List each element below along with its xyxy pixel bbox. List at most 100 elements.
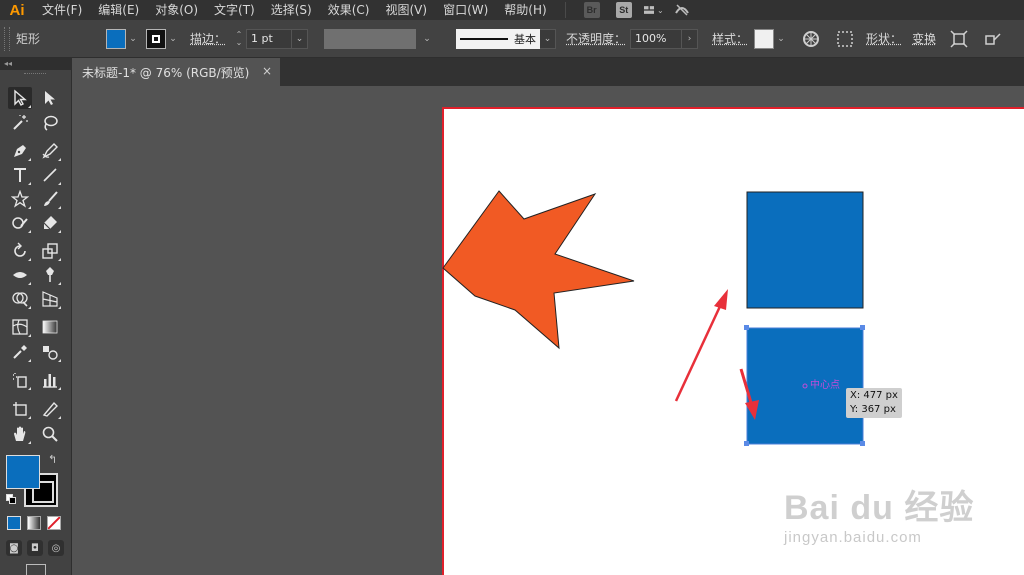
none-mode-button[interactable] — [47, 516, 61, 530]
color-mode-button[interactable] — [7, 516, 21, 530]
top-square[interactable] — [746, 191, 864, 309]
menu-type[interactable]: 文字(T) — [206, 0, 263, 20]
eyedropper-tool-icon[interactable] — [8, 341, 32, 363]
eraser-tool-icon[interactable] — [38, 212, 62, 234]
menu-select[interactable]: 选择(S) — [263, 0, 320, 20]
shape-label[interactable]: 形状： — [866, 30, 902, 47]
style-dropdown-icon[interactable]: ⌄ — [774, 34, 788, 44]
graphic-style-swatch[interactable] — [754, 28, 775, 49]
opacity-field[interactable]: 100% — [630, 28, 683, 49]
brush-dropdown[interactable]: ⌄ — [540, 28, 557, 49]
artboard-tool-icon[interactable] — [8, 398, 32, 420]
menu-window[interactable]: 窗口(W) — [435, 0, 496, 20]
style-label: 样式： — [712, 32, 749, 46]
puppet-warp-tool-icon[interactable] — [38, 264, 62, 286]
gradient-mode-button[interactable] — [27, 516, 41, 530]
fill-swatch[interactable] — [6, 455, 40, 489]
selection-handle-tr[interactable] — [860, 325, 865, 330]
tooltip-x-value: X: 477 px — [850, 390, 898, 401]
menu-object[interactable]: 对象(O) — [147, 0, 206, 20]
shaper-tool-icon[interactable] — [8, 212, 32, 234]
gradient-tool-icon[interactable] — [38, 316, 62, 338]
line-segment-tool-icon[interactable] — [38, 164, 62, 186]
draw-behind-icon[interactable]: ◘ — [27, 540, 43, 556]
default-fill-stroke-icon[interactable] — [6, 494, 16, 504]
transform-each-icon[interactable] — [948, 28, 970, 50]
swap-fill-stroke-icon[interactable]: ↰ — [48, 454, 60, 466]
menu-help[interactable]: 帮助(H) — [496, 0, 554, 20]
stroke-weight-dropdown[interactable]: ⌄ — [292, 28, 309, 49]
pen-tool-icon[interactable] — [8, 140, 32, 162]
magic-wand-tool-icon[interactable] — [8, 112, 32, 134]
document-tab-bar: 未标题-1* @ 76% (RGB/预览) × — [72, 58, 1024, 86]
menu-edit[interactable]: 编辑(E) — [90, 0, 147, 20]
stroke-weight-stepper[interactable]: ⌃ ⌄ — [232, 29, 246, 49]
stroke-color-swatch[interactable] — [146, 28, 166, 49]
close-tab-icon[interactable]: × — [262, 64, 272, 78]
annotation-arrow-up-head — [714, 289, 728, 310]
toolbar-grip[interactable] — [24, 73, 46, 76]
slice-tool-icon[interactable] — [38, 398, 62, 420]
draw-inside-icon[interactable]: ◎ — [48, 540, 64, 556]
baidu-watermark: Bai du 经验 jingyan.baidu.com — [784, 480, 974, 546]
bridge-button[interactable]: Br — [583, 2, 600, 18]
annotation-arrow-up — [674, 301, 724, 402]
coordinate-tooltip: X: 477 px Y: 367 px — [846, 388, 902, 418]
scale-tool-icon[interactable] — [38, 240, 62, 262]
brush-definition[interactable]: 基本 — [456, 28, 541, 49]
isolate-icon[interactable] — [982, 28, 1004, 50]
recolor-artwork-icon[interactable] — [800, 28, 822, 50]
symbol-sprayer-tool-icon[interactable] — [8, 369, 32, 391]
align-to-icon[interactable] — [834, 28, 856, 50]
menu-bar: Ai 文件(F) 编辑(E) 对象(O) 文字(T) 选择(S) 效果(C) 视… — [0, 0, 1024, 20]
blend-tool-icon[interactable] — [38, 341, 62, 363]
hand-tool-icon[interactable] — [8, 423, 32, 445]
zoom-tool-icon[interactable] — [38, 423, 62, 445]
stock-button[interactable]: St — [615, 2, 632, 18]
selection-handle-bl[interactable] — [744, 441, 749, 446]
menu-view[interactable]: 视图(V) — [377, 0, 435, 20]
transform-label[interactable]: 变换 — [912, 30, 936, 47]
mesh-tool-icon[interactable] — [8, 316, 32, 338]
watermark-brand: Bai du 经验 — [784, 489, 975, 527]
stroke-weight-field[interactable]: 1 pt — [246, 28, 293, 49]
opacity-dropdown[interactable]: › — [682, 28, 699, 49]
document-tab[interactable]: 未标题-1* @ 76% (RGB/预览) × — [72, 58, 280, 86]
current-tool-name: 矩形 — [16, 32, 41, 46]
workspace-layout-icon[interactable]: ⌄ — [643, 2, 664, 18]
selection-tool-icon[interactable] — [8, 87, 32, 109]
star-shape[interactable] — [442, 190, 635, 350]
stroke-dropdown-icon[interactable]: ⌄ — [166, 34, 180, 44]
width-tool-icon[interactable] — [8, 264, 32, 286]
selection-handle-tl[interactable] — [744, 325, 749, 330]
fill-dropdown-icon[interactable]: ⌄ — [126, 34, 140, 44]
profile-dropdown-icon[interactable]: ⌄ — [420, 34, 434, 44]
paintbrush-tool-icon[interactable] — [38, 188, 62, 210]
sync-icon[interactable] — [672, 2, 692, 18]
star-tool-icon[interactable] — [8, 188, 32, 210]
rotate-tool-icon[interactable] — [8, 240, 32, 262]
fill-color-swatch[interactable] — [106, 28, 126, 49]
app-logo: Ai — [9, 1, 25, 19]
selected-square[interactable] — [746, 327, 864, 445]
menu-separator — [564, 2, 566, 18]
direct-selection-tool-icon[interactable] — [38, 87, 62, 109]
column-graph-tool-icon[interactable] — [38, 369, 62, 391]
opacity-label[interactable]: 不透明度： — [566, 30, 626, 47]
canvas-area[interactable]: 中心点 X: 477 px Y: 367 px Bai du 经验 jingya… — [72, 86, 1024, 575]
change-screen-mode-icon[interactable] — [26, 564, 46, 575]
selection-handle-br[interactable] — [860, 441, 865, 446]
type-tool-icon[interactable] — [8, 164, 32, 186]
curvature-tool-icon[interactable] — [38, 140, 62, 162]
stroke-label[interactable]: 描边： — [190, 30, 226, 47]
shape-builder-tool-icon[interactable] — [8, 288, 32, 310]
variable-width-profile[interactable] — [324, 28, 417, 49]
perspective-grid-tool-icon[interactable] — [38, 288, 62, 310]
lasso-tool-icon[interactable] — [38, 112, 62, 134]
draw-normal-icon[interactable]: ◙ — [6, 540, 22, 556]
center-point-label: 中心点 — [810, 380, 840, 391]
menu-effect[interactable]: 效果(C) — [320, 0, 378, 20]
menu-file[interactable]: 文件(F) — [34, 0, 90, 20]
tools-panel: ↰ ◙ ◘ ◎ — [0, 70, 72, 575]
toolbar-collapse-bar[interactable]: ◂◂ — [0, 58, 72, 70]
